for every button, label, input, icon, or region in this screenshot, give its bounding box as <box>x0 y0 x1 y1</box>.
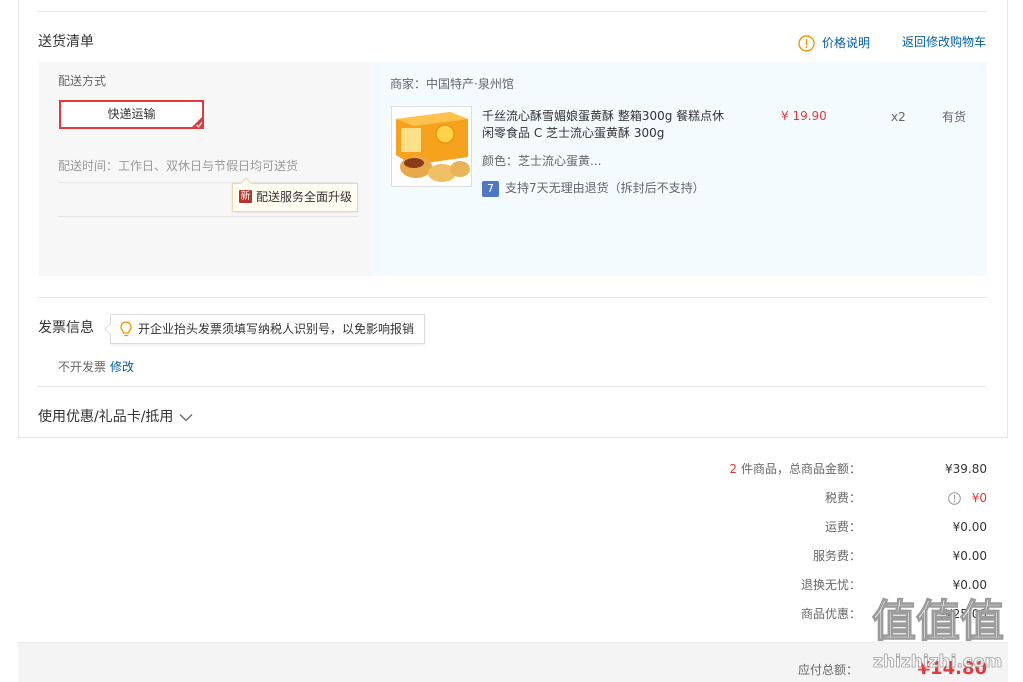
product-price: ¥ 19.90 <box>781 109 827 123</box>
shipping-divider <box>58 216 358 217</box>
summary-row-shipping: 运费： ¥0.00 <box>600 519 987 535</box>
price-note-link[interactable]: 价格说明 <box>798 35 870 52</box>
invoice-edit-link[interactable]: 修改 <box>110 359 134 375</box>
stock-status: 有货 <box>942 110 967 124</box>
lightbulb-icon <box>120 321 132 337</box>
summary-row-service: 服务费： ¥0.00 <box>600 548 987 564</box>
watermark-logo: 值值值 <box>871 596 1004 648</box>
product-color: 颜色：芝士流心蛋黄... <box>482 154 602 168</box>
new-badge-icon: 新 <box>239 190 252 203</box>
warning-circle-icon <box>798 35 815 52</box>
shipping-method-label: 配送方式 <box>58 74 107 88</box>
item-count: 2 <box>729 462 737 476</box>
section-title-invoice: 发票信息 <box>38 320 94 336</box>
summary-label: 服务费： <box>812 549 861 563</box>
invoice-status: 不开发票 <box>58 360 107 374</box>
invoice-tip-text: 开企业抬头发票须填写纳税人识别号，以免影响报销 <box>138 322 415 336</box>
summary-label: 退换无忧： <box>800 578 861 592</box>
top-divider <box>38 11 987 12</box>
total-label: 应付总额： <box>797 663 858 677</box>
summary-label: 商品优惠： <box>800 607 861 621</box>
tax-amount: ¥0 <box>971 491 987 505</box>
selected-check-icon <box>191 116 203 128</box>
shipping-method-name: 快递运输 <box>107 107 156 121</box>
back-to-cart-link[interactable]: 返回修改购物车 <box>902 34 986 50</box>
summary-label: 2 件商品，总商品金额： <box>600 461 861 477</box>
summary-value: -¥25.00 <box>940 607 987 621</box>
info-circle-icon[interactable] <box>947 491 961 505</box>
section-divider <box>38 297 987 298</box>
shipping-time: 配送时间：工作日、双休日与节假日均可送货 <box>58 159 299 173</box>
summary-label: 税费： <box>824 491 861 505</box>
return-policy: 支持7天无理由退货（拆封后不支持） <box>505 181 705 195</box>
section-title-delivery-list: 送货清单 <box>38 34 94 50</box>
shipping-method-option[interactable]: 快递运输 <box>59 100 204 129</box>
coupon-toggle-label: 使用优惠/礼品卡/抵用 <box>38 409 174 425</box>
section-divider <box>38 386 987 387</box>
shop-panel: 商家：中国特产·泉州馆 千丝流心酥雪媚娘蛋黄酥 整箱300g 餐糕点休闲零食品 … <box>371 62 987 276</box>
summary-row-goods: 2 件商品，总商品金额： ¥39.80 <box>600 461 987 477</box>
summary-value: ¥0.00 <box>952 520 987 534</box>
summary-value: ¥0.00 <box>952 549 987 563</box>
summary-value: ¥39.80 <box>861 461 987 477</box>
seven-day-return-icon: 7 <box>482 181 499 197</box>
summary-value: ¥0 <box>861 490 987 506</box>
product-image[interactable] <box>391 106 472 187</box>
item-count-label: 件商品，总商品金额： <box>740 462 861 476</box>
summary-row-tax: 税费： ¥0 <box>600 490 987 506</box>
summary-label: 运费： <box>824 520 861 534</box>
total-bar: 应付总额： ¥14.80 <box>18 642 1008 682</box>
coupon-toggle[interactable]: 使用优惠/礼品卡/抵用 <box>38 408 193 426</box>
summary-value: ¥0.00 <box>952 578 987 592</box>
shipping-upgrade-tooltip: 新 配送服务全面升级 <box>232 177 358 212</box>
tooltip-arrow <box>240 177 252 189</box>
summary-row-discount: 商品优惠： -¥25.00 <box>600 606 987 622</box>
invoice-tooltip: 开企业抬头发票须填写纳税人识别号，以免影响报销 <box>104 314 425 344</box>
shipping-panel: 配送方式 快递运输 配送时间：工作日、双休日与节假日均可送货 新 配送服务全面升… <box>39 62 371 276</box>
shop-name: 商家：中国特产·泉州馆 <box>390 77 514 91</box>
total-amount: ¥14.80 <box>917 658 987 679</box>
product-quantity: x2 <box>891 110 906 124</box>
price-note-label: 价格说明 <box>822 36 871 50</box>
goods-amount: ¥39.80 <box>945 462 987 476</box>
product-title[interactable]: 千丝流心酥雪媚娘蛋黄酥 整箱300g 餐糕点休闲零食品 C 芝士流心蛋黄酥 30… <box>482 108 726 142</box>
shipping-upgrade-text: 配送服务全面升级 <box>256 190 353 204</box>
chevron-down-icon <box>179 413 193 421</box>
summary-row-return-insurance: 退换无忧： ¥0.00 <box>600 577 987 593</box>
